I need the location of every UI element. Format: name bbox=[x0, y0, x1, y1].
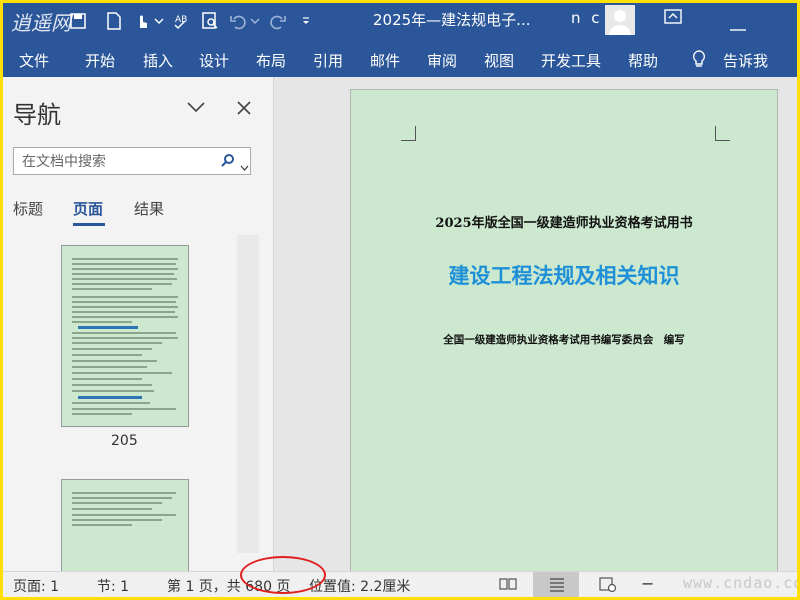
title-bar: 逍遥网 AB 2025年—建法规电子... n c bbox=[3, 3, 797, 41]
word-window: 逍遥网 AB 2025年—建法规电子... n c 文件 开始 插入 设计 布局… bbox=[3, 3, 797, 597]
svg-text:AB: AB bbox=[175, 15, 187, 25]
document-subtitle: 2025年版全国一级建造师执业资格考试用书 bbox=[435, 216, 693, 231]
close-icon[interactable] bbox=[237, 100, 251, 119]
user-name[interactable]: n c bbox=[571, 9, 603, 27]
tab-home[interactable]: 开始 bbox=[85, 50, 115, 71]
ribbon-tabs: 文件 开始 插入 设计 布局 引用 邮件 审阅 视图 开发工具 帮助 告诉我 bbox=[3, 41, 797, 77]
page-thumbnail[interactable] bbox=[61, 245, 189, 427]
web-layout-icon[interactable] bbox=[599, 577, 617, 596]
search-input[interactable] bbox=[20, 151, 214, 173]
site-watermark: www.cndao.com bbox=[683, 574, 797, 592]
status-section[interactable]: 节: 1 bbox=[97, 576, 129, 596]
document-title: 建设工程法规及相关知识 bbox=[448, 264, 680, 288]
save-icon[interactable] bbox=[67, 10, 89, 32]
tab-headings[interactable]: 标题 bbox=[13, 198, 43, 219]
avatar[interactable] bbox=[605, 5, 635, 35]
document-area: 2025年版全国一级建造师执业资格考试用书 建设工程法规及相关知识 全国一级建造… bbox=[274, 77, 797, 579]
lightbulb-icon[interactable] bbox=[691, 49, 707, 73]
document-page[interactable]: 2025年版全国一级建造师执业资格考试用书 建设工程法规及相关知识 全国一级建造… bbox=[350, 89, 778, 579]
customize-icon[interactable] bbox=[295, 10, 317, 32]
tab-insert[interactable]: 插入 bbox=[143, 50, 173, 71]
site-logo-watermark: 逍遥网 bbox=[11, 11, 71, 35]
thumbnail-scrollbar[interactable] bbox=[237, 235, 259, 553]
document-author: 全国一级建造师执业资格考试用书编写委员会 编写 bbox=[443, 334, 685, 346]
tab-references[interactable]: 引用 bbox=[313, 50, 343, 71]
tab-review[interactable]: 审阅 bbox=[427, 50, 457, 71]
tell-me-button[interactable]: 告诉我 bbox=[723, 50, 768, 71]
margin-corner-mark bbox=[715, 126, 730, 141]
status-page[interactable]: 页面: 1 bbox=[13, 576, 59, 596]
active-tab-indicator bbox=[73, 223, 105, 226]
chevron-down-icon[interactable] bbox=[186, 99, 206, 118]
tab-view[interactable]: 视图 bbox=[484, 50, 514, 71]
tab-layout[interactable]: 布局 bbox=[256, 50, 286, 71]
print-layout-button[interactable] bbox=[533, 572, 579, 597]
touch-mode-icon[interactable] bbox=[131, 10, 153, 32]
zoom-out-icon[interactable]: − bbox=[641, 574, 654, 593]
minimize-icon[interactable] bbox=[730, 17, 746, 36]
undo-dropdown-icon[interactable] bbox=[249, 10, 261, 32]
touch-dropdown-icon[interactable] bbox=[153, 10, 165, 32]
search-box bbox=[13, 147, 251, 175]
window-title: 2025年—建法规电子... bbox=[373, 11, 531, 29]
nav-title: 导航 bbox=[13, 101, 61, 129]
tab-help[interactable]: 帮助 bbox=[628, 50, 658, 71]
print-preview-icon[interactable] bbox=[199, 10, 221, 32]
quick-access-toolbar: AB bbox=[67, 7, 323, 35]
navigation-pane: 导航 标题 页面 结果 bbox=[3, 77, 274, 579]
tab-file[interactable]: 文件 bbox=[19, 50, 49, 71]
spelling-check-icon[interactable]: AB bbox=[171, 10, 193, 32]
highlight-annotation-oval bbox=[240, 556, 326, 594]
thumbnail-page-number: 205 bbox=[111, 433, 138, 449]
page-thumbnail[interactable] bbox=[61, 479, 189, 579]
redo-icon[interactable] bbox=[267, 10, 289, 32]
margin-corner-mark bbox=[401, 126, 416, 141]
read-mode-icon[interactable] bbox=[499, 577, 517, 595]
new-document-icon[interactable] bbox=[103, 10, 125, 32]
status-bar: 页面: 1 节: 1 第 1 页，共 680 页 位置值: 2.2厘米 − bbox=[3, 571, 797, 597]
undo-icon[interactable] bbox=[227, 10, 249, 32]
tab-design[interactable]: 设计 bbox=[199, 50, 229, 71]
ribbon-display-options-icon[interactable] bbox=[663, 7, 683, 31]
tab-developer[interactable]: 开发工具 bbox=[541, 50, 601, 71]
tab-pages[interactable]: 页面 bbox=[73, 198, 103, 219]
search-options-chevron-icon[interactable] bbox=[240, 157, 249, 176]
search-icon[interactable] bbox=[220, 153, 236, 173]
tab-mailings[interactable]: 邮件 bbox=[370, 50, 400, 71]
tab-results[interactable]: 结果 bbox=[134, 198, 164, 219]
print-layout-icon bbox=[549, 578, 565, 596]
